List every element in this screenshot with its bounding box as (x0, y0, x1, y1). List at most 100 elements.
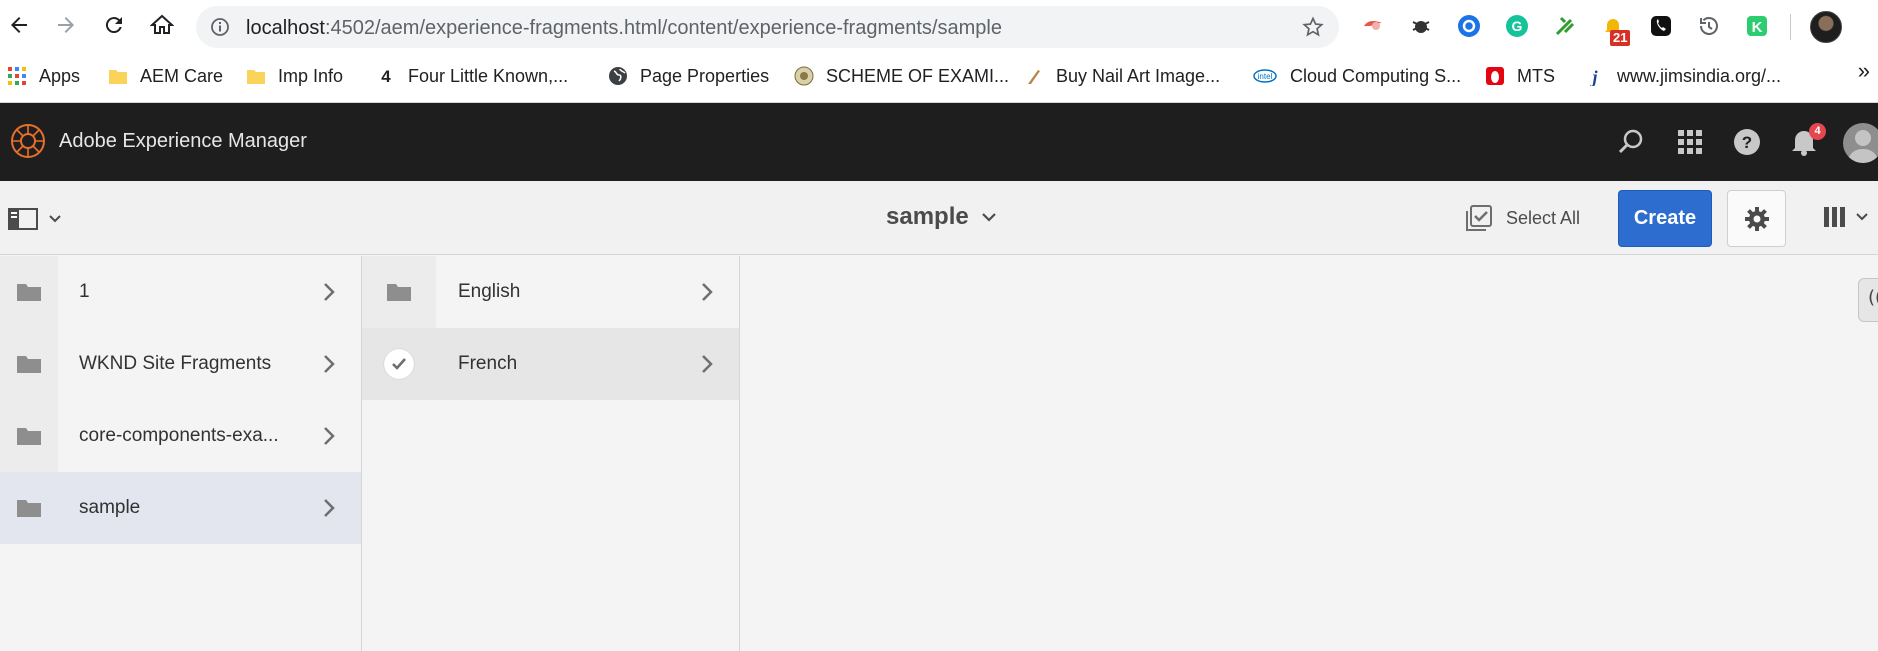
back-arrow-icon (11, 17, 27, 33)
help-icon[interactable]: ? (1732, 127, 1762, 157)
site-favicon (1486, 67, 1504, 85)
list-item-label: 1 (79, 281, 90, 302)
chevron-down-icon (49, 215, 61, 223)
list-item[interactable]: 1 (0, 256, 361, 328)
grammarly-icon[interactable]: G (1504, 13, 1530, 39)
svg-text:?: ? (1742, 133, 1752, 152)
search-icon[interactable] (1616, 127, 1646, 157)
folder-icon (17, 356, 41, 373)
folder-thumbnail (0, 472, 58, 544)
extension-icon[interactable] (1552, 13, 1578, 39)
folder-icon (387, 284, 411, 301)
bookmark-page-properties[interactable]: Page Properties (608, 60, 769, 92)
bookmarks-bar: Apps AEM Care Imp Info 4 Four Little Kno… (0, 58, 1878, 94)
bookmark-apps[interactable]: Apps (7, 60, 80, 92)
svg-text:j: j (1589, 67, 1598, 86)
chevron-right-icon[interactable] (317, 352, 341, 376)
list-item-label: core-components-exa... (79, 425, 279, 446)
side-panel-tab[interactable]: (( (1858, 278, 1878, 322)
aem-logo-icon[interactable] (10, 123, 46, 159)
settings-button[interactable] (1727, 190, 1786, 247)
list-item[interactable]: core-components-exa... (0, 400, 361, 472)
bookmark-scheme-of-exami[interactable]: SCHEME OF EXAMI... (794, 60, 1009, 92)
reload-button[interactable] (99, 10, 129, 40)
bookmark-jimsindia[interactable]: j www.jimsindia.org/... (1585, 60, 1781, 92)
rail-toggle-button[interactable] (8, 205, 68, 233)
home-button[interactable] (147, 10, 177, 40)
list-item-label: English (458, 281, 521, 302)
folder-thumbnail (0, 328, 58, 400)
chevron-right-icon[interactable] (317, 280, 341, 304)
extension-icon[interactable] (1456, 13, 1482, 39)
more-bookmarks-button[interactable]: » (1858, 58, 1870, 84)
address-bar[interactable]: localhost:4502/aem/experience-fragments.… (196, 6, 1339, 48)
breadcrumb[interactable]: sample (886, 203, 997, 231)
home-icon (150, 14, 174, 34)
bookmark-aem-care[interactable]: AEM Care (108, 60, 223, 92)
site-favicon: j (1589, 67, 1598, 86)
intel-favicon: intel (1253, 69, 1277, 83)
bookmark-star-icon[interactable] (1301, 15, 1325, 39)
column-view-icon (1824, 207, 1845, 227)
selected-checkmark-icon[interactable] (384, 349, 414, 379)
chevron-down-icon (1856, 213, 1868, 221)
toolbar-separator (1790, 14, 1791, 40)
folder-icon (17, 500, 41, 517)
svg-text:G: G (1512, 18, 1523, 34)
folder-thumbnail (362, 256, 436, 328)
url-text[interactable]: localhost:4502/aem/experience-fragments.… (246, 17, 1002, 40)
chevron-right-icon[interactable] (317, 496, 341, 520)
svg-text:intel: intel (1258, 72, 1273, 81)
column-2: English French (362, 256, 740, 651)
list-item-label: sample (79, 497, 141, 518)
back-button[interactable] (4, 10, 34, 40)
site-favicon (794, 66, 814, 86)
user-avatar[interactable] (1843, 123, 1878, 163)
list-item-label: French (458, 353, 518, 374)
bookmark-cloud-computing[interactable]: intel Cloud Computing S... (1252, 60, 1461, 92)
folder-icon (17, 428, 41, 445)
browser-chrome: localhost:4502/aem/experience-fragments.… (0, 0, 1878, 103)
apps-grid-icon (8, 67, 26, 85)
side-panel-icon (8, 208, 38, 230)
forward-button[interactable] (51, 10, 81, 40)
list-item[interactable]: WKND Site Fragments (0, 328, 361, 400)
list-item-selected[interactable]: French (362, 328, 739, 400)
chevron-right-icon[interactable] (695, 280, 719, 304)
chevron-right-icon[interactable] (317, 424, 341, 448)
chevron-right-icon[interactable] (695, 352, 719, 376)
svg-text:K: K (1752, 19, 1763, 36)
history-icon[interactable] (1696, 13, 1722, 39)
folder-icon (17, 284, 41, 301)
bookmark-four-little-known[interactable]: 4 Four Little Known,... (376, 60, 568, 92)
action-bar: sample Select All Create (0, 181, 1878, 255)
forward-arrow-icon (58, 17, 74, 33)
list-item-label: WKND Site Fragments (79, 353, 272, 374)
browser-profile-avatar[interactable] (1810, 11, 1842, 43)
solutions-grid-icon[interactable] (1675, 127, 1705, 157)
extension-badge: 21 (1610, 30, 1631, 46)
info-icon[interactable] (210, 17, 230, 37)
selection-thumbnail (362, 328, 436, 400)
list-item-active[interactable]: sample (0, 472, 361, 544)
extension-icon[interactable]: K (1744, 13, 1770, 39)
list-item[interactable]: English (362, 256, 739, 328)
extension-icon[interactable] (1408, 13, 1434, 39)
folder-thumbnail (0, 256, 58, 328)
notification-count-badge: 4 (1809, 123, 1826, 140)
column-3-empty (740, 256, 1878, 651)
breadcrumb-title: sample (886, 203, 969, 230)
app-title[interactable]: Adobe Experience Manager (59, 130, 307, 153)
site-favicon: 4 (381, 67, 391, 86)
folder-thumbnail (0, 400, 58, 472)
svg-text:4: 4 (381, 67, 391, 86)
bookmark-mts[interactable]: MTS (1485, 60, 1555, 92)
reload-icon (105, 17, 122, 34)
create-button[interactable]: Create (1618, 190, 1712, 247)
bookmark-buy-nail-art[interactable]: Buy Nail Art Image... (1024, 60, 1220, 92)
bookmark-imp-info[interactable]: Imp Info (246, 60, 343, 92)
extension-icon[interactable] (1360, 13, 1386, 39)
phone-extension-icon[interactable] (1648, 13, 1674, 39)
select-all-button[interactable]: Select All (1466, 205, 1580, 231)
view-switcher-button[interactable] (1823, 205, 1869, 229)
